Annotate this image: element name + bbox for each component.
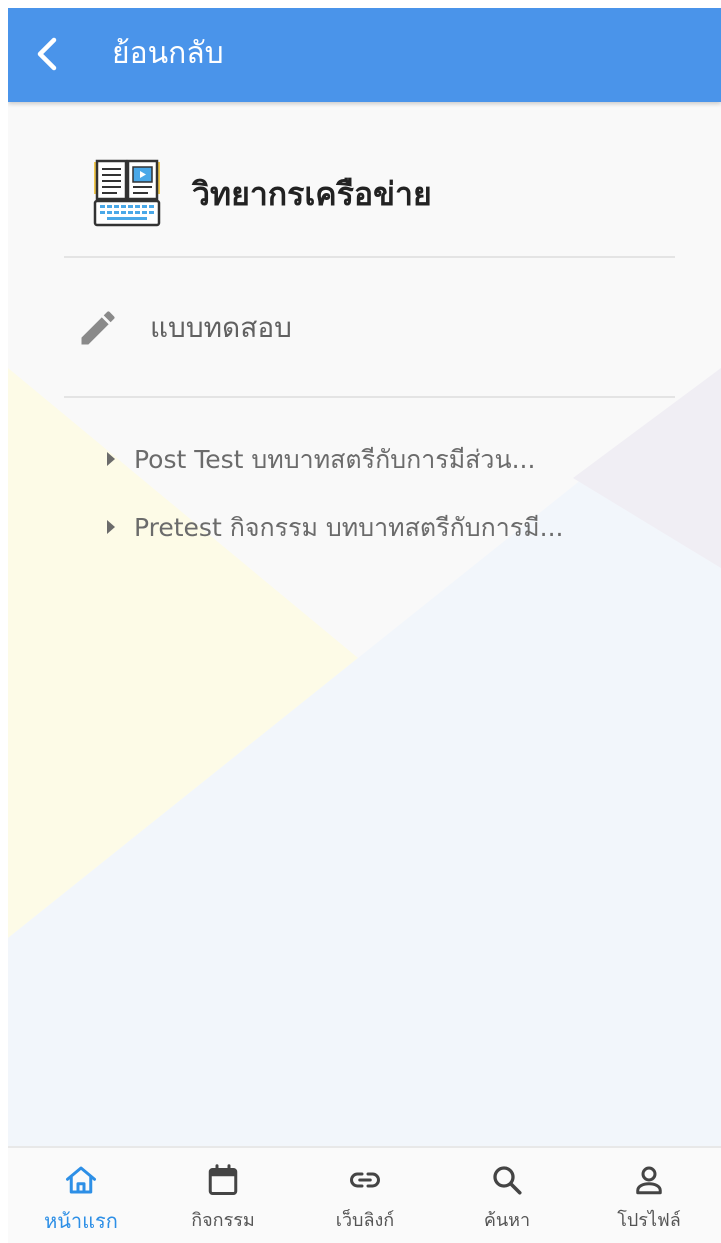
caret-right-icon — [107, 452, 115, 466]
list-item-label: Post Test บทบาทสตรีกับการมีส่วน... — [134, 445, 536, 474]
tab-activities[interactable]: กิจกรรม — [152, 1148, 294, 1243]
caret-right-icon — [107, 520, 115, 534]
quiz-list: Post Test บทบาทสตรีกับการมีส่วน... Prete… — [106, 438, 686, 574]
tab-search-label: ค้นหา — [483, 1210, 531, 1231]
person-icon — [636, 1166, 662, 1195]
pencil-icon — [81, 311, 115, 345]
tab-profile-label: โปรไฟล์ — [617, 1210, 681, 1231]
section-header: วิทยากรเครือข่าย — [64, 102, 675, 258]
list-item-label: Pretest กิจกรรม บทบาทสตรีกับการมี... — [134, 513, 564, 542]
list-item[interactable]: Pretest กิจกรรม บทบาทสตรีกับการมี... — [106, 506, 686, 574]
app-screen: ย้อนกลับ วิทยากรเครือข่าย แบบทดสอบ Post … — [8, 8, 721, 1243]
tab-home-label: หน้าแรก — [44, 1209, 118, 1233]
tab-profile[interactable]: โปรไฟล์ — [578, 1148, 720, 1243]
tab-weblinks[interactable]: เว็บลิงก์ — [294, 1148, 436, 1243]
back-button-label[interactable]: ย้อนกลับ — [112, 30, 224, 78]
top-app-bar: ย้อนกลับ — [8, 8, 721, 102]
tab-home[interactable]: หน้าแรก — [10, 1148, 152, 1243]
chevron-left-icon[interactable] — [32, 32, 64, 76]
calendar-icon — [208, 1164, 238, 1195]
category-quiz[interactable]: แบบทดสอบ — [64, 258, 675, 398]
search-icon — [493, 1166, 522, 1195]
tab-weblinks-label: เว็บลิงก์ — [335, 1210, 395, 1231]
elearning-book-icon — [93, 159, 161, 227]
home-icon — [66, 1166, 96, 1194]
tab-activities-label: กิจกรรม — [191, 1210, 255, 1231]
link-icon — [350, 1172, 380, 1188]
bottom-navigation: หน้าแรก กิจกรรม เว็บลิงก์ ค้นหา โปรไฟล์ — [8, 1146, 721, 1243]
category-label: แบบทดสอบ — [150, 311, 292, 344]
section-title: วิทยากรเครือข่าย — [192, 175, 432, 213]
list-item[interactable]: Post Test บทบาทสตรีกับการมีส่วน... — [106, 438, 686, 506]
tab-search[interactable]: ค้นหา — [436, 1148, 578, 1243]
